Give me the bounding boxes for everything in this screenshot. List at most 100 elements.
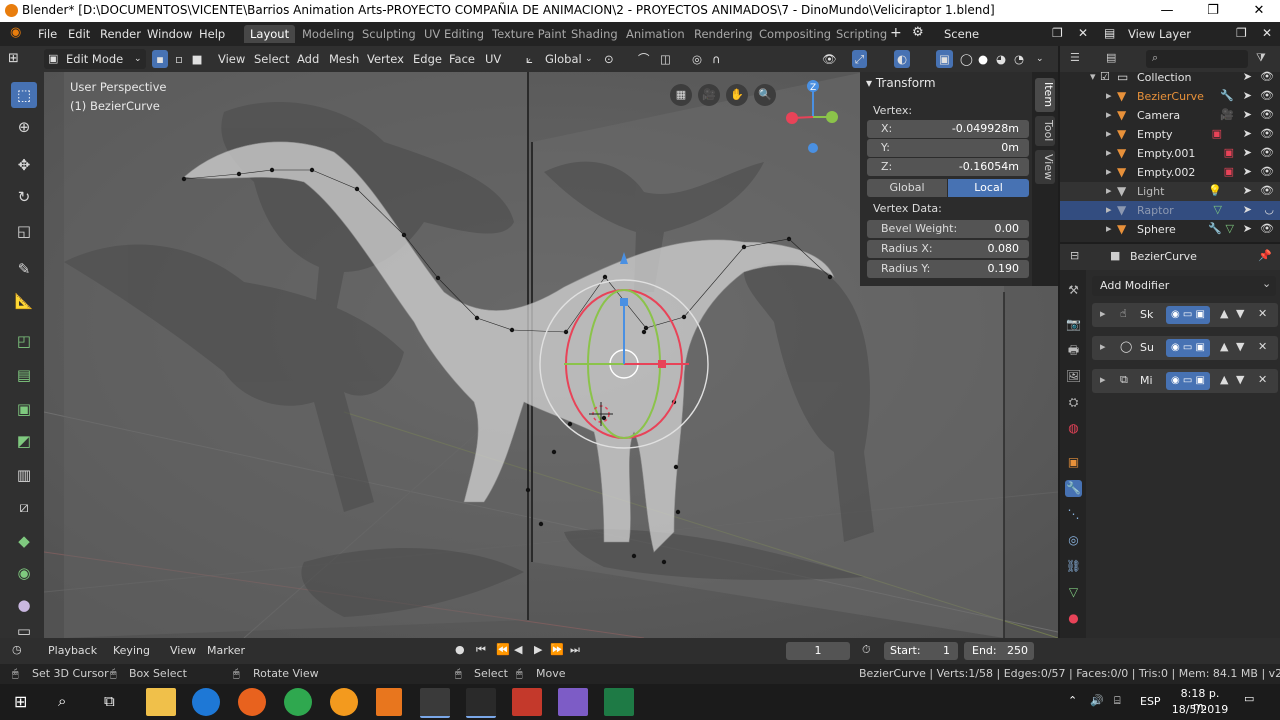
image-empty-icon[interactable]: ▣ <box>1224 146 1234 159</box>
add-workspace-icon[interactable]: + <box>890 25 902 41</box>
pivot-icon[interactable]: ⊙ <box>604 50 614 68</box>
tab-view[interactable]: View <box>1035 150 1055 184</box>
render-icon[interactable]: 📷 <box>1065 316 1082 333</box>
expand-icon[interactable]: ▸ <box>1106 146 1112 159</box>
expand-icon[interactable]: ▸ <box>1106 89 1112 102</box>
tab-compositing[interactable]: Compositing <box>753 25 837 43</box>
scene-tab-icon[interactable]: ⛭ <box>1065 394 1082 411</box>
view-layer-name[interactable]: View Layer <box>1128 27 1191 41</box>
data-icon[interactable]: ▽ <box>1065 584 1082 601</box>
menu-playback[interactable]: Playback <box>48 644 97 657</box>
image-empty-icon[interactable]: ▣ <box>1224 165 1234 178</box>
delete-view-layer-icon[interactable]: ✕ <box>1262 26 1272 40</box>
outliner-search-input[interactable]: ⌕ <box>1146 50 1248 68</box>
tab-shading[interactable]: Shading <box>565 25 624 43</box>
object-props-icon[interactable]: ▣ <box>1065 454 1082 471</box>
smooth-icon[interactable]: ● <box>11 592 37 618</box>
tab-item[interactable]: Item <box>1035 78 1055 112</box>
physics-icon[interactable]: ◎ <box>1065 532 1082 549</box>
material-shading-icon[interactable]: ◕ <box>996 50 1006 68</box>
eye-icon[interactable]: 👁 <box>1260 146 1274 159</box>
modifier-wrench-icon[interactable]: 🔧 <box>1208 222 1222 235</box>
image-empty-icon[interactable]: ▣ <box>1212 127 1222 140</box>
file-explorer-icon[interactable] <box>146 688 176 716</box>
move-up-icon[interactable]: ▲ <box>1220 373 1228 386</box>
camera-view-icon[interactable]: 🎥 <box>698 84 720 106</box>
eye-icon[interactable]: 👁 <box>1260 127 1274 140</box>
next-keyframe-icon[interactable]: ⏩ <box>550 643 564 656</box>
current-frame-field[interactable]: 1 <box>786 642 850 660</box>
select-arrow-icon[interactable]: ➤ <box>1243 70 1252 83</box>
radius-x-field[interactable]: Radius X: 0.080 <box>867 240 1029 258</box>
sketchup-icon[interactable] <box>558 688 588 716</box>
outliner-row-empty[interactable]: ▸ ▼ Empty ▣ ➤ 👁 <box>1060 125 1280 144</box>
orientation-selector[interactable]: Global <box>545 50 582 68</box>
expand-icon[interactable]: ▸ <box>1106 203 1112 216</box>
menu-edge[interactable]: Edge <box>413 50 442 68</box>
edge-browser-icon[interactable] <box>192 688 220 716</box>
firefox-icon[interactable] <box>238 688 266 716</box>
pan-view-icon[interactable]: ✋ <box>726 84 748 106</box>
delete-scene-icon[interactable]: ✕ <box>1078 26 1088 40</box>
prev-keyframe-icon[interactable]: ⏪ <box>496 643 510 656</box>
radius-y-field[interactable]: Radius Y: 0.190 <box>867 260 1029 278</box>
expand-icon[interactable]: ▸ <box>1106 184 1112 197</box>
expand-icon[interactable]: ▸ <box>1106 165 1112 178</box>
solid-shading-icon[interactable]: ● <box>978 50 988 68</box>
expand-icon[interactable]: ▸ <box>1100 340 1106 353</box>
language-indicator[interactable]: ESP <box>1140 695 1161 708</box>
tab-tool[interactable]: Tool <box>1035 116 1055 146</box>
outliner-row-camera[interactable]: ▸ ▼ Camera 🎥 ➤ 👁 <box>1060 106 1280 125</box>
poly-build-icon[interactable]: ◆ <box>11 528 37 554</box>
menu-uv[interactable]: UV <box>485 50 501 68</box>
constraints-icon[interactable]: ⛓ <box>1065 558 1082 575</box>
jump-end-icon[interactable]: ⏭ <box>570 643 580 657</box>
menu-render[interactable]: Render <box>100 27 141 41</box>
vlc-icon[interactable] <box>376 688 402 716</box>
menu-face[interactable]: Face <box>449 50 475 68</box>
select-arrow-icon[interactable]: ➤ <box>1243 146 1252 159</box>
outliner-row-raptor[interactable]: ▸ ▼ Raptor ▽ ➤ ◡ <box>1060 201 1280 220</box>
task-view-icon[interactable]: ⧉ <box>104 692 115 710</box>
menu-add[interactable]: Add <box>297 50 319 68</box>
loop-cut-icon[interactable]: ▥ <box>11 462 37 488</box>
modifier-visibility-toggles[interactable]: ◉ ▭ ▣ <box>1166 306 1210 324</box>
wireframe-shading-icon[interactable]: ◯ <box>960 50 973 68</box>
edge-select-icon[interactable]: ▫ <box>171 50 187 68</box>
outliner-row-sphere[interactable]: ▸ ▼ Sphere 🔧 ▽ ➤ 👁 <box>1060 220 1280 239</box>
modifier-props-icon[interactable]: 🔧 <box>1065 480 1082 497</box>
spin-icon[interactable]: ◉ <box>11 560 37 586</box>
play-reverse-icon[interactable]: ◀ <box>514 643 522 656</box>
face-select-icon[interactable]: ■ <box>189 50 205 68</box>
proportional-edit-icon[interactable]: ◎ <box>692 50 702 68</box>
powerpoint-icon[interactable] <box>512 688 542 716</box>
maximize-button[interactable]: ❐ <box>1190 0 1236 22</box>
overlay-icon[interactable]: ◐ <box>894 50 911 68</box>
tab-sculpting[interactable]: Sculpting <box>356 25 422 43</box>
minimize-button[interactable]: — <box>1144 0 1190 22</box>
filter-icon[interactable]: ⧩ <box>1256 51 1266 65</box>
jump-start-icon[interactable]: ⏮ <box>476 643 486 657</box>
new-view-layer-icon[interactable]: ❐ <box>1236 26 1247 40</box>
transform-panel-header[interactable]: ▾ Transform <box>866 76 936 90</box>
menu-keying[interactable]: Keying <box>113 644 150 657</box>
notifications-icon[interactable]: ▭ <box>1244 692 1254 705</box>
select-arrow-icon[interactable]: ➤ <box>1243 165 1252 178</box>
end-frame-field[interactable]: End: 250 <box>964 642 1034 660</box>
search-icon[interactable]: ⌕ <box>58 692 66 710</box>
mesh-data-icon[interactable]: ▽ <box>1214 203 1222 216</box>
output-icon[interactable]: 🖶 <box>1065 342 1082 359</box>
timeline-editor-icon[interactable]: ◷ <box>12 643 22 656</box>
add-modifier-dropdown[interactable]: Add Modifier ⌄ <box>1092 276 1276 296</box>
eye-icon[interactable]: 👁 <box>1260 108 1274 121</box>
remove-modifier-icon[interactable]: ✕ <box>1258 307 1267 320</box>
gizmo-icon[interactable]: ⤢ <box>852 50 868 68</box>
properties-editor-icon[interactable]: ⊟ <box>1070 249 1079 262</box>
eye-icon[interactable]: 👁 <box>1260 165 1274 178</box>
inset-icon[interactable]: ▣ <box>11 396 37 422</box>
tab-texture-paint[interactable]: Texture Paint <box>486 25 572 43</box>
knife-icon[interactable]: ⧄ <box>11 494 37 520</box>
menu-file[interactable]: File <box>38 27 57 41</box>
eye-icon[interactable]: 👁 <box>1260 89 1274 102</box>
light-data-icon[interactable]: 💡 <box>1208 184 1222 197</box>
